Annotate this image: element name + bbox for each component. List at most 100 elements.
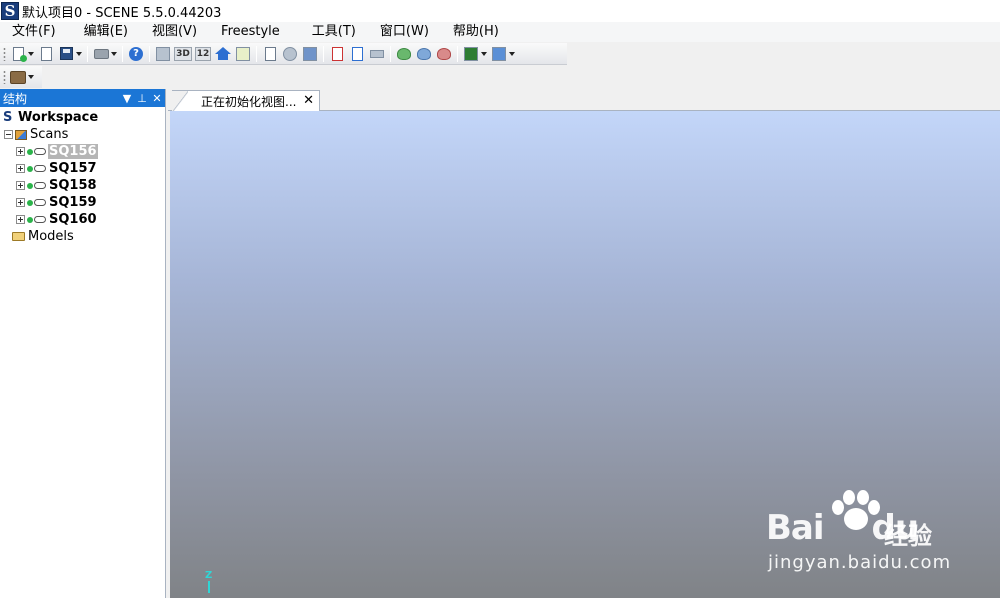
- expand-icon[interactable]: [16, 147, 25, 156]
- scan-status-icon: [27, 148, 33, 155]
- tree-item-scan[interactable]: SQ158: [0, 177, 165, 194]
- collapse-icon[interactable]: [4, 130, 13, 139]
- scans-folder-icon: [15, 129, 27, 140]
- toolbar-grip[interactable]: [3, 70, 6, 84]
- tree-item-scan[interactable]: SQ160: [0, 211, 165, 228]
- scan-cloud-icon: [34, 148, 46, 155]
- baidu-jingyan-watermark: Bai du 经验 jingyan.baidu.com: [766, 490, 986, 580]
- zoom-icon[interactable]: [490, 45, 508, 63]
- camera-dropdown-chevron-icon[interactable]: [481, 45, 487, 63]
- scan-status-icon: [27, 182, 33, 189]
- scan-status-icon: [27, 216, 33, 223]
- structure-panel-header: 结构 ▼ ⊥ ✕: [0, 89, 165, 107]
- menu-file[interactable]: 文件(F): [0, 22, 68, 42]
- secondary-toolbar: [0, 66, 42, 88]
- save-icon[interactable]: [57, 45, 75, 63]
- toolbar-divider: [457, 45, 458, 62]
- tree-item-scan[interactable]: SQ156: [0, 143, 165, 160]
- tab-close-icon[interactable]: ✕: [303, 93, 314, 108]
- tab-label: 正在初始化视图...: [201, 94, 297, 109]
- open-icon[interactable]: [37, 45, 55, 63]
- panel-close-icon[interactable]: ✕: [150, 91, 164, 105]
- print-dropdown-chevron-icon[interactable]: [111, 45, 117, 63]
- title-bar: S 默认项目0 - SCENE 5.5.0.44203: [0, 0, 1000, 22]
- snapshot-icon[interactable]: [234, 45, 252, 63]
- scan-label: SQ157: [49, 161, 97, 176]
- scan-label: SQ158: [49, 178, 97, 193]
- scan-status-icon: [27, 165, 33, 172]
- expand-icon[interactable]: [16, 198, 25, 207]
- layer-dropdown-chevron-icon[interactable]: [28, 68, 34, 86]
- document-tab-strip: 正在初始化视图... ✕: [168, 89, 1000, 112]
- menu-help[interactable]: 帮助(H): [441, 22, 511, 42]
- toolbar-divider: [149, 45, 150, 62]
- scan-cloud-icon: [34, 165, 46, 172]
- axis-indicator: Z: [205, 571, 215, 598]
- save-dropdown-chevron-icon[interactable]: [76, 45, 82, 63]
- print-icon[interactable]: [92, 45, 110, 63]
- view-3d-icon[interactable]: 3D: [174, 45, 192, 63]
- menu-edit[interactable]: 编辑(E): [72, 22, 140, 42]
- tab-initializing-view[interactable]: 正在初始化视图... ✕: [172, 90, 320, 112]
- toolbar-divider: [390, 45, 391, 62]
- menu-tools[interactable]: 工具(T): [300, 22, 368, 42]
- menu-window[interactable]: 窗口(W): [368, 22, 441, 42]
- tree-item-scan[interactable]: SQ157: [0, 160, 165, 177]
- scans-label: Scans: [30, 127, 69, 142]
- cloud-remove-icon[interactable]: [435, 45, 453, 63]
- export-icon[interactable]: [348, 45, 366, 63]
- models-label: Models: [28, 229, 74, 244]
- scan-status-icon: [27, 199, 33, 206]
- models-folder-icon: [12, 232, 25, 241]
- scan-cloud-icon: [34, 216, 46, 223]
- new-project-icon[interactable]: [9, 45, 27, 63]
- menu-view[interactable]: 视图(V): [140, 22, 209, 42]
- main-toolbar: ? 3D 12: [0, 43, 567, 65]
- scan-label: SQ156: [48, 144, 98, 159]
- tree-item-workspace[interactable]: S Workspace: [0, 109, 165, 126]
- home-icon[interactable]: [214, 45, 232, 63]
- scan-label: SQ160: [49, 212, 97, 227]
- scene-app-icon[interactable]: S: [1, 2, 19, 20]
- layer-icon[interactable]: [9, 68, 27, 86]
- tree-item-models[interactable]: Models: [0, 228, 165, 245]
- structure-tree: S Workspace Scans SQ156 SQ157 SQ158 SQ15…: [0, 107, 165, 245]
- workspace-icon: S: [3, 110, 13, 125]
- toolbar-divider: [256, 45, 257, 62]
- cloud-upload-icon[interactable]: [415, 45, 433, 63]
- tree-item-scan[interactable]: SQ159: [0, 194, 165, 211]
- expand-icon[interactable]: [16, 164, 25, 173]
- tree-item-scans[interactable]: Scans: [0, 126, 165, 143]
- copy-icon[interactable]: [261, 45, 279, 63]
- menu-bar: 文件(F) 编辑(E) 视图(V) Freestyle 工具(T) 窗口(W) …: [0, 22, 1000, 42]
- scan-cloud-icon: [34, 182, 46, 189]
- window-title: 默认项目0 - SCENE 5.5.0.44203: [22, 5, 222, 21]
- watermark-url: jingyan.baidu.com: [768, 552, 952, 573]
- view-2d-icon[interactable]: 12: [194, 45, 212, 63]
- scan-label: SQ159: [49, 195, 97, 210]
- panel-pin-icon[interactable]: ⊥: [135, 91, 149, 105]
- z-axis-line: [208, 581, 210, 593]
- camera-icon[interactable]: [462, 45, 480, 63]
- z-axis-label: Z: [205, 570, 213, 581]
- structure-panel: 结构 ▼ ⊥ ✕ S Workspace Scans SQ156 SQ157 S…: [0, 89, 166, 598]
- toolbar-divider: [323, 45, 324, 62]
- calendar-icon[interactable]: [328, 45, 346, 63]
- scan-icon[interactable]: [154, 45, 172, 63]
- menu-freestyle[interactable]: Freestyle: [209, 22, 292, 42]
- expand-icon[interactable]: [16, 215, 25, 224]
- toolbar-divider: [87, 45, 88, 62]
- toolbar-divider: [122, 45, 123, 62]
- new-dropdown-chevron-icon[interactable]: [28, 45, 34, 63]
- cloud-add-icon[interactable]: [395, 45, 413, 63]
- panel-menu-chevron-icon[interactable]: ▼: [120, 91, 134, 105]
- toolbar-grip[interactable]: [3, 46, 6, 61]
- filter-icon[interactable]: [368, 45, 386, 63]
- register-icon[interactable]: [281, 45, 299, 63]
- workspace-label: Workspace: [18, 110, 99, 125]
- scan-cloud-icon: [34, 199, 46, 206]
- import-icon[interactable]: [301, 45, 319, 63]
- zoom-dropdown-chevron-icon[interactable]: [509, 45, 515, 63]
- help-icon[interactable]: ?: [127, 45, 145, 63]
- expand-icon[interactable]: [16, 181, 25, 190]
